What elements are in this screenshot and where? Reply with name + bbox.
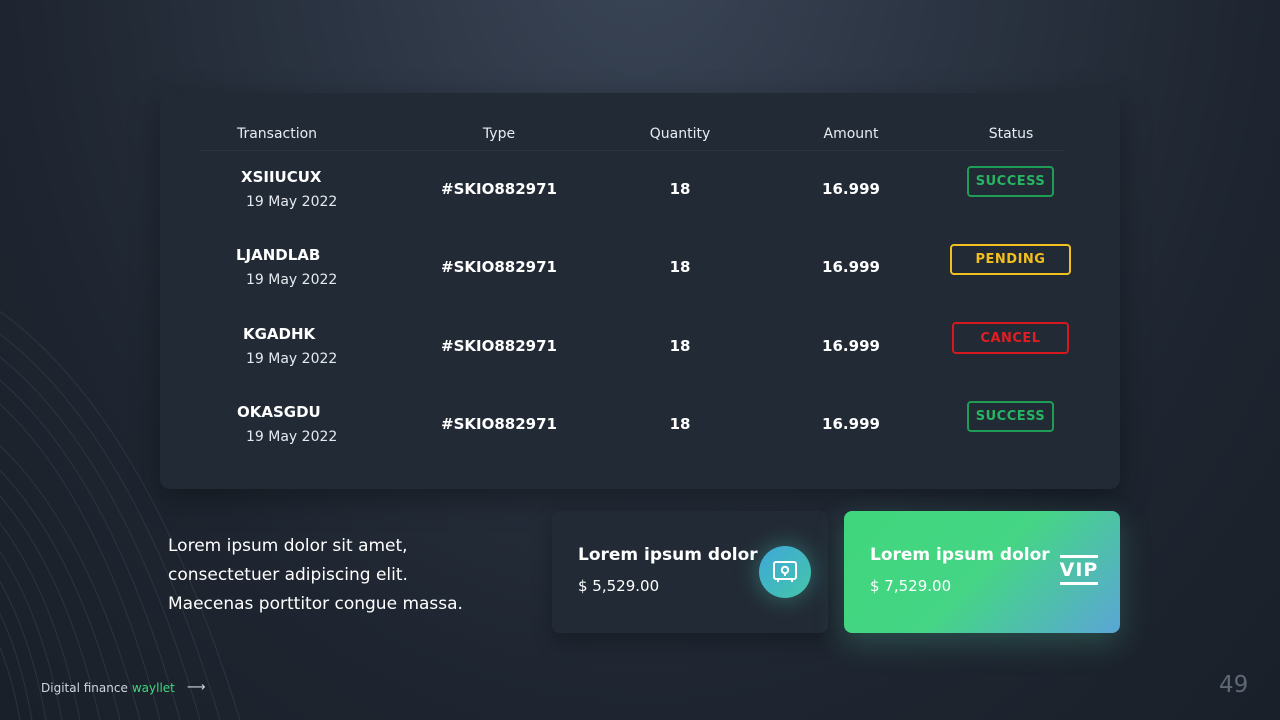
transaction-name: XSIIUCUX — [241, 168, 322, 186]
transactions-panel: Transaction Type Quantity Amount Status … — [160, 93, 1120, 489]
transaction-date: 19 May 2022 — [246, 194, 338, 210]
arrow-right-icon[interactable]: ⟶ — [187, 680, 206, 695]
status-badge-success: SUCCESS — [967, 166, 1054, 197]
transaction-amount: 16.999 — [822, 258, 880, 276]
page-number: 49 — [1219, 672, 1249, 698]
status-badge-pending: PENDING — [950, 244, 1071, 275]
status-badge-success: SUCCESS — [967, 401, 1054, 432]
transaction-quantity: 18 — [669, 180, 691, 198]
transaction-date: 19 May 2022 — [246, 351, 338, 367]
transaction-type: #SKIO882971 — [441, 415, 557, 433]
transaction-amount: 16.999 — [822, 180, 880, 198]
table-row[interactable]: XSIIUCUX 19 May 2022 #SKIO882971 18 16.9… — [160, 153, 1120, 223]
description-text: Lorem ipsum dolor sit amet, consectetuer… — [168, 532, 528, 619]
footer-text: Digital finance — [41, 680, 128, 695]
header-type: Type — [482, 126, 516, 142]
balance-card-safe[interactable]: Lorem ipsum dolor $ 5,529.00 — [552, 511, 828, 633]
vip-label: VIP — [1059, 559, 1099, 581]
transaction-amount: 16.999 — [822, 415, 880, 433]
description-line: consectetuer adipiscing elit. — [168, 565, 408, 585]
header-divider — [200, 150, 1064, 151]
header-amount: Amount — [823, 126, 879, 142]
footer: Digital finance wayllet ⟶ — [41, 680, 206, 695]
safe-icon — [759, 546, 811, 598]
transaction-name: LJANDLAB — [236, 246, 321, 264]
transaction-date: 19 May 2022 — [246, 429, 338, 445]
description-line: Lorem ipsum dolor sit amet, — [168, 536, 408, 556]
transaction-quantity: 18 — [669, 258, 691, 276]
table-row[interactable]: OKASGDU 19 May 2022 #SKIO882971 18 16.99… — [160, 388, 1120, 458]
header-transaction: Transaction — [236, 126, 318, 142]
transaction-name: OKASGDU — [237, 403, 321, 421]
card-title: Lorem ipsum dolor — [578, 545, 758, 565]
transaction-amount: 16.999 — [822, 337, 880, 355]
transaction-quantity: 18 — [669, 337, 691, 355]
header-quantity: Quantity — [649, 126, 711, 142]
transaction-date: 19 May 2022 — [246, 272, 338, 288]
status-badge-cancel: CANCEL — [952, 322, 1069, 354]
transaction-type: #SKIO882971 — [441, 180, 557, 198]
table-row[interactable]: KGADHK 19 May 2022 #SKIO882971 18 16.999… — [160, 310, 1120, 380]
card-amount: $ 5,529.00 — [578, 577, 660, 595]
card-amount: $ 7,529.00 — [870, 577, 952, 595]
transaction-type: #SKIO882971 — [441, 258, 557, 276]
vip-icon: VIP — [1060, 555, 1098, 585]
transactions-table: Transaction Type Quantity Amount Status … — [160, 93, 1120, 489]
transaction-type: #SKIO882971 — [441, 337, 557, 355]
table-row[interactable]: LJANDLAB 19 May 2022 #SKIO882971 18 16.9… — [160, 231, 1120, 301]
header-status: Status — [988, 126, 1034, 142]
balance-card-vip[interactable]: Lorem ipsum dolor $ 7,529.00 VIP — [844, 511, 1120, 633]
footer-brand: wayllet — [131, 680, 175, 695]
transaction-quantity: 18 — [669, 415, 691, 433]
transaction-name: KGADHK — [243, 325, 316, 343]
card-title: Lorem ipsum dolor — [870, 545, 1050, 565]
description-line: Maecenas porttitor congue massa. — [168, 594, 463, 614]
